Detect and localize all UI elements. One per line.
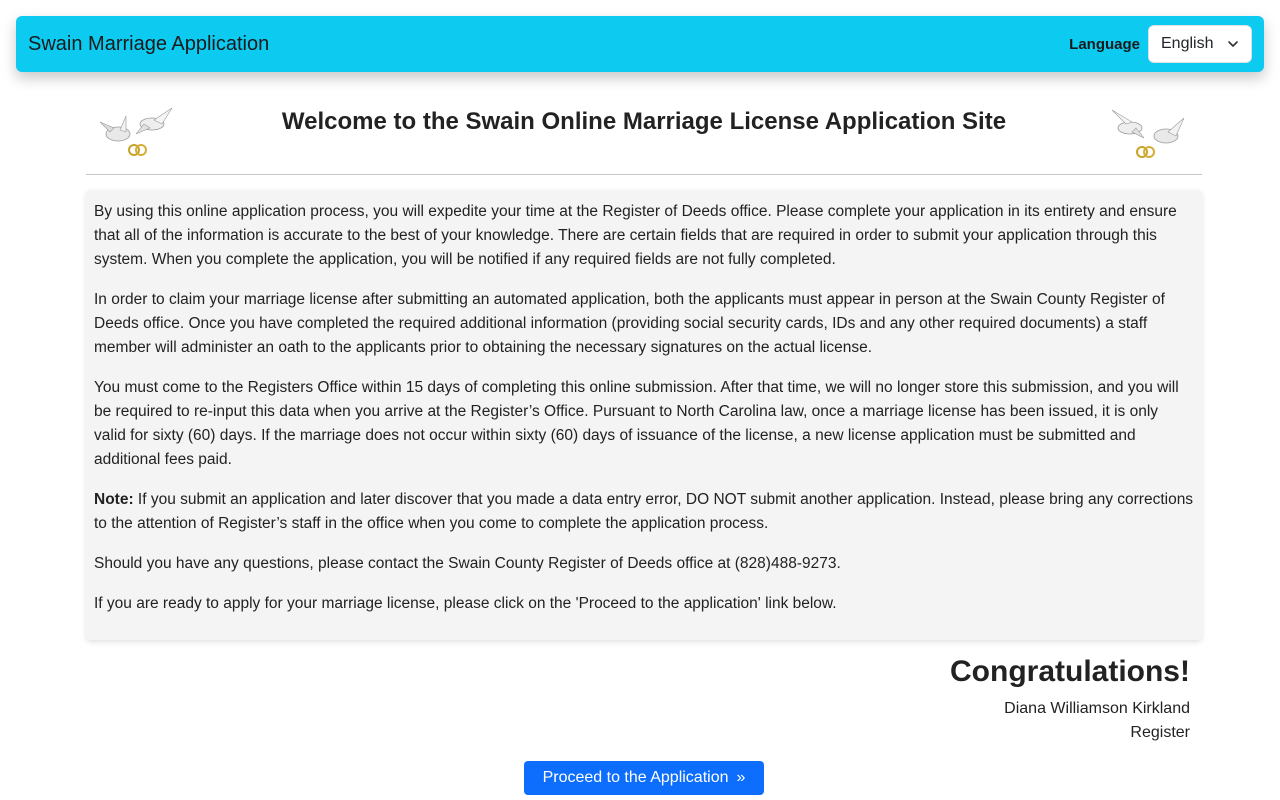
brand-title[interactable]: Swain Marriage Application — [28, 33, 269, 56]
info-panel: By using this online application process… — [86, 190, 1202, 640]
congratulations-heading: Congratulations! — [950, 655, 1190, 688]
top-navbar: Swain Marriage Application Language Engl… — [16, 16, 1264, 72]
register-role: Register — [1130, 724, 1190, 741]
register-name: Diana Williamson Kirkland — [1004, 700, 1190, 717]
page-title: Welcome to the Swain Online Marriage Lic… — [281, 108, 1007, 135]
proceed-to-application-button[interactable]: Proceed to the Application » — [524, 761, 764, 795]
language-select[interactable]: English — [1148, 25, 1252, 63]
language-selected-value: English — [1161, 35, 1214, 52]
congratulations-block: Congratulations! Diana Williamson Kirkla… — [950, 655, 1190, 745]
info-paragraph-note: Note: If you submit an application and l… — [94, 488, 1194, 536]
doves-rings-icon — [1111, 109, 1185, 158]
double-chevron-right-icon: » — [736, 769, 746, 786]
proceed-button-label: Proceed to the Application — [542, 769, 729, 786]
info-paragraph-expedite: By using this online application process… — [94, 203, 1177, 268]
info-paragraph-claim: In order to claim your marriage license … — [94, 291, 1165, 356]
info-paragraph-deadline: You must come to the Registers Office wi… — [94, 379, 1179, 468]
info-paragraph-ready: If you are ready to apply for your marri… — [94, 595, 837, 612]
chevron-down-icon — [1228, 41, 1238, 47]
note-label: Note: — [94, 491, 134, 508]
info-paragraph-contact: Should you have any questions, please co… — [94, 555, 841, 572]
welcome-header: Welcome to the Swain Online Marriage Lic… — [86, 96, 1202, 175]
note-text: If you submit an application and later d… — [94, 491, 1194, 532]
language-switcher: Language English — [1069, 25, 1252, 63]
language-label: Language — [1069, 35, 1140, 53]
